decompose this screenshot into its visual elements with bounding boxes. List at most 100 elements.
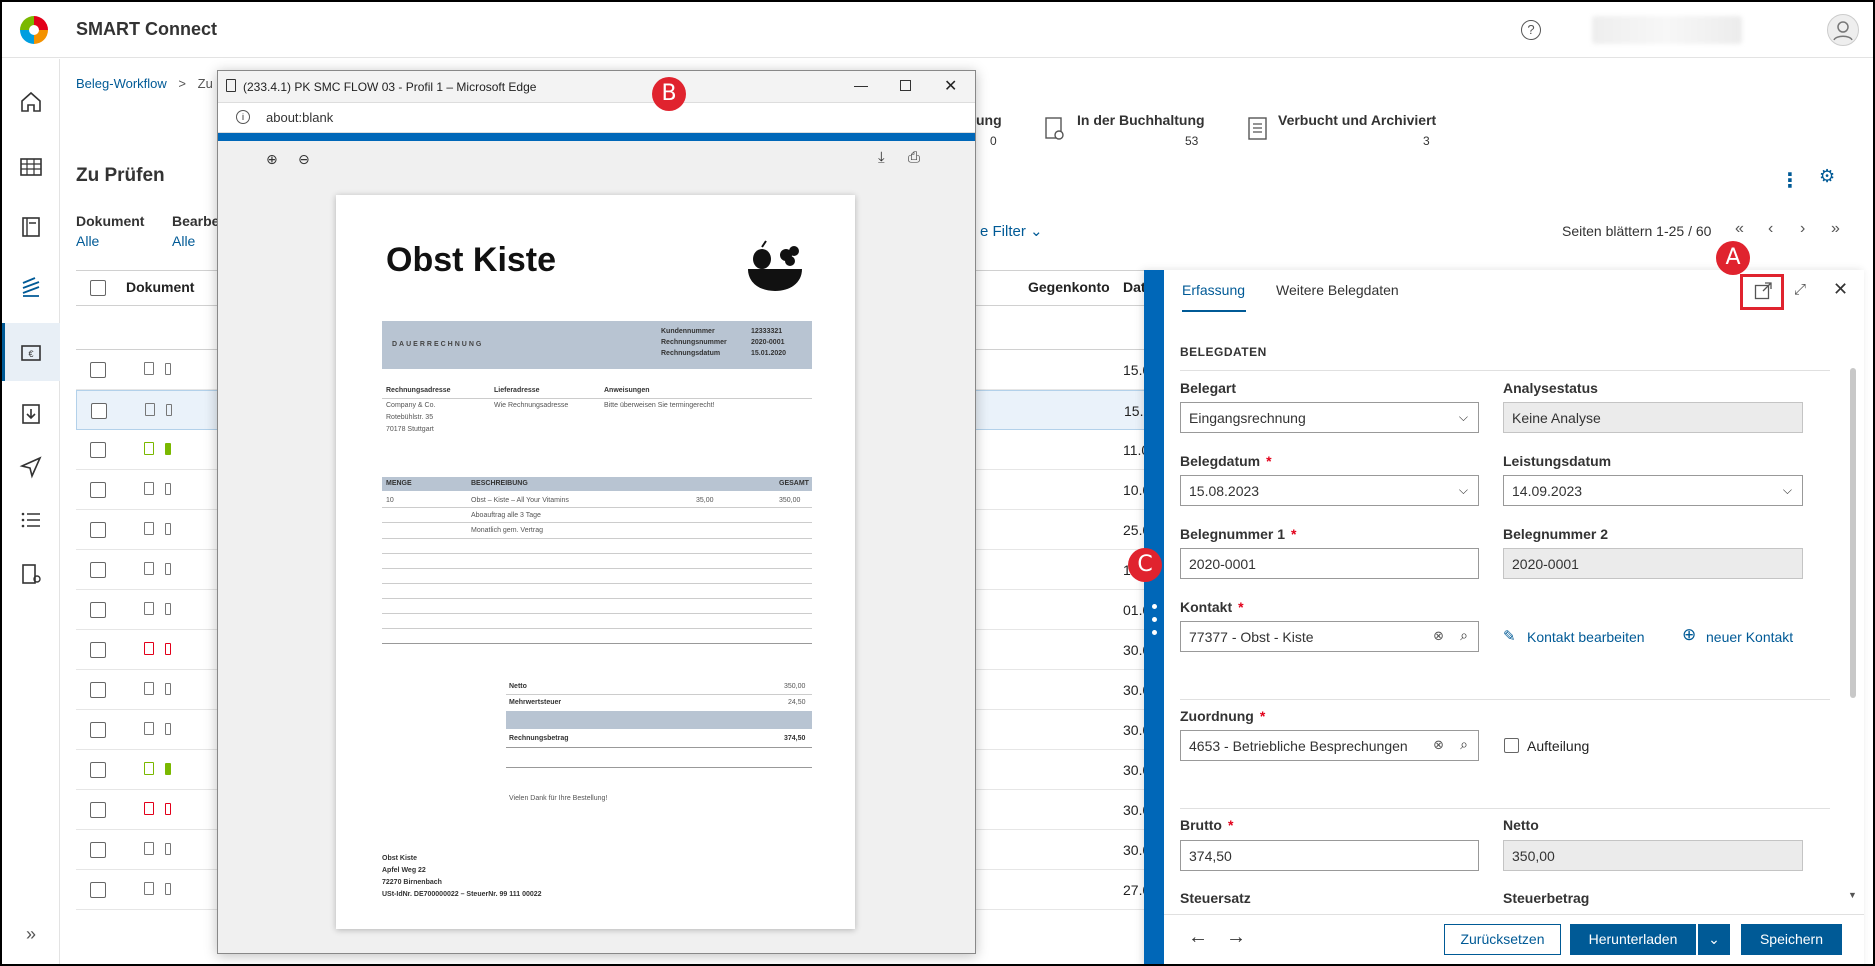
last-page-icon[interactable]: » — [1831, 220, 1840, 238]
pager-text: Seiten blättern 1-25 / 60 — [1562, 223, 1712, 239]
info-icon[interactable]: i — [236, 110, 250, 124]
document-icon[interactable] — [144, 362, 154, 375]
stage-label-archiviert[interactable]: Verbucht und Archiviert — [1278, 112, 1436, 128]
document-icon[interactable] — [144, 762, 154, 775]
filter-toggle[interactable]: e Filter ⌄ — [980, 222, 1043, 240]
document-icon[interactable] — [144, 482, 154, 495]
close-icon[interactable]: ✕ — [1833, 279, 1848, 300]
row-checkbox[interactable] — [90, 442, 106, 458]
minimize-icon[interactable]: — — [854, 77, 868, 93]
open-external-icon[interactable] — [1754, 282, 1772, 303]
download-dropdown-button[interactable]: ⌄ — [1698, 924, 1730, 955]
clear-icon[interactable]: ⊗ — [1433, 628, 1444, 644]
kontakt-field[interactable]: 77377 - Obst - Kiste ⊗ ⌕ — [1180, 621, 1479, 652]
document-icon[interactable] — [144, 722, 154, 735]
download-icon[interactable]: ⤓ — [878, 149, 885, 166]
reset-button[interactable]: Zurücksetzen — [1444, 924, 1561, 955]
rule — [382, 583, 812, 584]
belegart-select[interactable]: Eingangsrechnung ⌵ — [1180, 402, 1479, 433]
row-checkbox[interactable] — [90, 602, 106, 618]
import-icon[interactable] — [16, 399, 46, 429]
document-icon[interactable] — [145, 403, 155, 416]
belegnummer1-field[interactable]: 2020-0001 — [1180, 548, 1479, 579]
row-checkbox[interactable] — [90, 722, 106, 738]
first-page-icon[interactable]: « — [1735, 220, 1744, 238]
document-icon[interactable] — [144, 442, 154, 455]
item-qty: 10 — [386, 497, 394, 504]
aufteilung-checkbox[interactable] — [1504, 738, 1519, 753]
previous-arrow-icon[interactable]: ← — [1188, 926, 1208, 949]
print-icon[interactable]: ⎙ — [908, 149, 920, 166]
document-icon[interactable] — [144, 602, 154, 615]
row-checkbox[interactable] — [90, 802, 106, 818]
prev-page-icon[interactable]: ‹ — [1768, 220, 1773, 238]
row-checkbox[interactable] — [90, 362, 106, 378]
stage-label-buchhaltung[interactable]: In der Buchhaltung — [1077, 112, 1205, 128]
row-checkbox[interactable] — [90, 762, 106, 778]
row-checkbox[interactable] — [91, 403, 107, 419]
status-battery-icon — [165, 683, 171, 695]
brutto-field[interactable]: 374,50 — [1180, 840, 1479, 871]
scroll-down-icon[interactable]: ▼ — [1848, 890, 1857, 900]
select-all-checkbox[interactable] — [90, 280, 106, 296]
document-icon[interactable] — [144, 642, 154, 655]
document-icon[interactable] — [144, 802, 154, 815]
expand-sidebar-icon[interactable]: » — [16, 919, 46, 949]
next-page-icon[interactable]: › — [1800, 220, 1805, 238]
column-header-datum[interactable]: Dat — [1123, 279, 1146, 295]
tab-erfassung[interactable]: Erfassung — [1182, 282, 1245, 298]
filter-value-bearbeiter[interactable]: Alle — [172, 233, 195, 249]
zoom-in-icon[interactable]: ⊕ — [266, 151, 278, 168]
search-icon[interactable]: ⌕ — [1460, 627, 1468, 644]
row-checkbox[interactable] — [90, 522, 106, 538]
invoice-euro-icon[interactable]: € — [16, 339, 46, 369]
save-button[interactable]: Speichern — [1741, 924, 1842, 955]
list-icon[interactable] — [16, 505, 46, 535]
row-checkbox[interactable] — [90, 482, 106, 498]
help-icon[interactable]: ? — [1521, 20, 1541, 40]
search-icon[interactable]: ⌕ — [1460, 736, 1468, 753]
expand-icon[interactable]: ⤢ — [1794, 281, 1806, 298]
row-checkbox[interactable] — [90, 882, 106, 898]
zoom-out-icon[interactable]: ⊖ — [298, 151, 310, 168]
building-settings-icon[interactable] — [16, 559, 46, 589]
clear-icon[interactable]: ⊗ — [1433, 737, 1444, 753]
user-avatar-icon[interactable] — [1827, 14, 1859, 46]
row-checkbox[interactable] — [90, 682, 106, 698]
tab-weitere-belegdaten[interactable]: Weitere Belegdaten — [1276, 282, 1399, 298]
filter-value-dokument[interactable]: Alle — [76, 233, 99, 249]
edge-address-bar[interactable]: i about:blank — [218, 103, 975, 133]
next-arrow-icon[interactable]: → — [1226, 926, 1246, 949]
ledger-icon[interactable] — [16, 212, 46, 242]
document-icon[interactable] — [144, 562, 154, 575]
column-header-dokument[interactable]: Dokument — [126, 279, 194, 295]
document-stack-icon[interactable] — [16, 272, 46, 302]
stage-label-partial[interactable]: ung — [976, 112, 1002, 128]
table-icon[interactable] — [16, 152, 46, 182]
rule — [382, 522, 812, 523]
row-checkbox[interactable] — [90, 562, 106, 578]
label-steuersatz: Steuersatz — [1180, 890, 1251, 906]
document-icon[interactable] — [144, 522, 154, 535]
document-icon[interactable] — [144, 842, 154, 855]
belegdatum-field[interactable]: 15.08.2023 ⌵ — [1180, 475, 1479, 506]
zuordnung-field[interactable]: 4653 - Betriebliche Besprechungen ⊗ ⌕ — [1180, 730, 1479, 761]
breadcrumb-link-beleg-workflow[interactable]: Beleg-Workflow — [76, 76, 167, 91]
maximize-icon[interactable] — [900, 80, 911, 91]
document-icon[interactable] — [144, 682, 154, 695]
leistungsdatum-field[interactable]: 14.09.2023 ⌵ — [1503, 475, 1803, 506]
chevron-down-icon: ⌵ — [1458, 483, 1468, 497]
neuer-kontakt-link[interactable]: neuer Kontakt — [1706, 629, 1793, 645]
panel-scrollbar[interactable] — [1850, 368, 1856, 698]
window-close-icon[interactable]: ✕ — [944, 76, 957, 96]
more-options-icon[interactable]: ⋮ — [1780, 168, 1800, 193]
settings-gear-icon[interactable]: ⚙ — [1819, 166, 1835, 187]
send-icon[interactable] — [16, 452, 46, 482]
home-icon[interactable] — [16, 87, 46, 117]
kontakt-bearbeiten-link[interactable]: Kontakt bearbeiten — [1527, 629, 1645, 645]
row-checkbox[interactable] — [90, 642, 106, 658]
row-checkbox[interactable] — [90, 842, 106, 858]
download-button[interactable]: Herunterladen — [1570, 924, 1696, 955]
document-icon[interactable] — [144, 882, 154, 895]
column-header-gegenkonto[interactable]: Gegenkonto — [1028, 279, 1110, 295]
